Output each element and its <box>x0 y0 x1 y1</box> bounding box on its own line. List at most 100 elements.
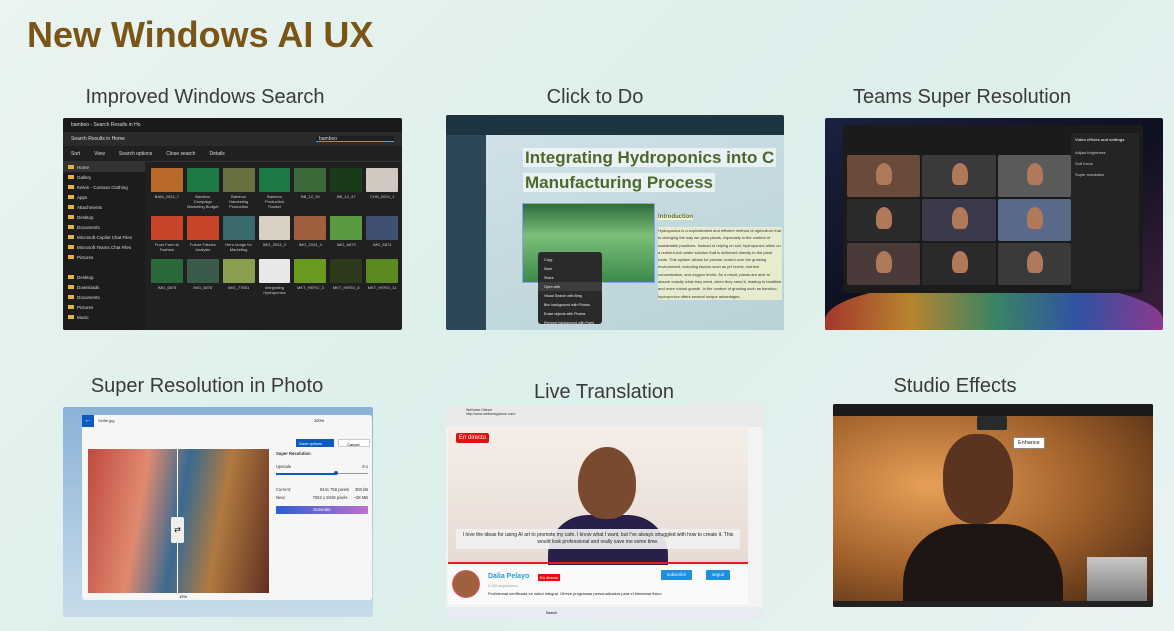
document-heading: Integrating Hydroponics into C Manufactur… <box>523 148 777 192</box>
channel-bio: Profesional certificada en salud integra… <box>488 591 662 596</box>
sidebar-item[interactable]: Kelvin - Contoso Clothing <box>63 182 145 192</box>
file-item[interactable]: Bamboo Campaign Marketing Budget <box>186 168 219 209</box>
sidebar-item[interactable]: Apps <box>63 192 145 202</box>
live-translation-screenshot: Wellness Glance http://www.wellnessglance… <box>446 405 763 620</box>
subscribe-button[interactable]: subscribir <box>661 570 693 580</box>
explorer-tab[interactable]: bamboo - Search Results in Ho <box>63 118 402 132</box>
command-button[interactable]: Sort <box>71 151 80 157</box>
command-button[interactable]: Search options <box>119 151 152 157</box>
context-menu-item[interactable]: Share <box>538 273 602 282</box>
file-item[interactable]: MKT_HERO_3 <box>294 259 327 295</box>
sidebar-item[interactable]: Microsoft Copilot Chat Files <box>63 232 145 242</box>
file-name: From Farm to Fashion <box>154 242 180 252</box>
file-name: Bamboo Harvesting Production <box>229 194 249 209</box>
context-menu-item[interactable]: Save <box>538 264 602 273</box>
folder-icon <box>68 295 74 299</box>
video-tile <box>997 199 1071 241</box>
folder-icon <box>68 305 74 309</box>
live-caption: I love the ideas for using AI art to pro… <box>456 529 740 549</box>
file-name: Hero Image for Marketing <box>225 242 252 252</box>
document-body: Hydroponics is a sophisticated and effic… <box>658 227 782 300</box>
sidebar-item[interactable]: Gallery <box>63 172 145 182</box>
setting-soft-focus[interactable]: Soft focus <box>1075 161 1135 166</box>
video-grid <box>847 155 1071 285</box>
context-menu-item[interactable]: Blur background with Photos <box>538 300 602 309</box>
video-tile <box>922 199 996 241</box>
follow-button[interactable]: seguir <box>706 570 731 580</box>
file-item[interactable]: IMG_2024_4 <box>294 216 327 252</box>
context-menu-item[interactable]: Visual Search with Bing <box>538 291 602 300</box>
video-tile <box>922 155 996 197</box>
file-grid: BAM_2024_7 Bamboo Campaign Marketing Budg… <box>151 168 398 295</box>
taskbar-search[interactable]: Search <box>546 611 557 615</box>
file-item[interactable]: CHN_2024_1 <box>366 168 398 209</box>
sidebar-item[interactable]: Music <box>63 312 145 322</box>
command-button[interactable]: Details <box>209 151 224 157</box>
context-menu-item[interactable]: Erase objects with Photos <box>538 309 602 318</box>
file-thumbnail <box>151 216 183 240</box>
file-item[interactable]: IMG_6875 <box>151 259 183 295</box>
file-item[interactable]: Bamboo Harvesting Production <box>222 168 255 209</box>
sidebar-item[interactable]: Documents <box>63 292 145 302</box>
sidebar-item[interactable]: Pictures <box>63 302 145 312</box>
file-item[interactable]: BB_12_30 <box>294 168 327 209</box>
file-item[interactable]: MKT_HERO_11 <box>366 259 398 295</box>
file-item[interactable]: IMG_6874 <box>366 216 398 252</box>
sidebar-item[interactable]: Desktop <box>63 272 145 282</box>
view-zoom[interactable]: 15% <box>179 594 187 599</box>
back-button[interactable]: ← <box>82 415 94 427</box>
click-to-do-screenshot: Integrating Hydroponics into C Manufactur… <box>446 115 784 330</box>
file-item[interactable]: Bamboo Production Tracker <box>258 168 291 209</box>
file-item[interactable]: BAM_2024_7 <box>151 168 183 209</box>
zoom-level: 100% <box>314 418 325 423</box>
breadcrumb[interactable]: Search Results in Home <box>71 136 125 142</box>
search-input[interactable]: bamboo <box>316 136 394 142</box>
file-item[interactable]: Integrating Hydroponics <box>258 259 291 295</box>
folder-icon <box>68 205 74 209</box>
video-player[interactable]: En directo I love the ideas for using AI… <box>448 427 748 565</box>
sidebar-item-label: Apps <box>77 194 88 200</box>
file-name: BB_12_30 <box>301 194 320 199</box>
file-name: IMG_6875 <box>157 285 177 290</box>
generate-button[interactable]: Generate <box>276 506 368 514</box>
video-progress[interactable] <box>448 562 748 564</box>
setting-brightness[interactable]: Adjust brightness <box>1075 150 1135 155</box>
file-name: MKT_HERO_3 <box>297 285 324 290</box>
address-bar[interactable]: http://www.wellnessglance.com/ <box>466 412 515 416</box>
context-menu-item[interactable]: Remove background with Paint <box>538 318 602 327</box>
sidebar-item[interactable]: Pictures <box>63 252 145 262</box>
file-item[interactable]: Hero Image for Marketing <box>222 216 255 252</box>
setting-super-resolution[interactable]: Super resolution <box>1075 172 1135 177</box>
file-item[interactable]: Future Fabrics Analysis <box>186 216 219 252</box>
file-item[interactable]: IMG_6876 <box>186 259 219 295</box>
context-menu-item[interactable]: Open with <box>538 282 602 291</box>
file-item[interactable]: IMG_2024_2 <box>258 216 291 252</box>
sidebar-item[interactable]: Home <box>63 162 145 172</box>
command-button[interactable]: Close search <box>166 151 195 157</box>
context-menu: Copy Save Share Open with Visual Search with… <box>538 252 602 327</box>
command-button[interactable]: View <box>94 151 105 157</box>
avatar[interactable] <box>452 570 480 598</box>
file-item[interactable]: IMG_6873 <box>330 216 363 252</box>
studio-effects-controls[interactable] <box>977 416 1007 430</box>
file-thumbnail <box>151 259 183 283</box>
file-item[interactable]: BB_12_47 <box>330 168 363 209</box>
sidebar-item[interactable]: Microsoft Teams Chat Files <box>63 242 145 252</box>
save-options-button[interactable]: Save options <box>296 439 334 447</box>
context-menu-item[interactable]: Copy <box>538 255 602 264</box>
sidebar-item[interactable]: Documents <box>63 222 145 232</box>
folder-icon <box>68 215 74 219</box>
sidebar-item[interactable]: Attachments <box>63 202 145 212</box>
channel-name[interactable]: Dalia Pelayo <box>488 573 529 580</box>
file-item[interactable]: From Farm to Fashion <box>151 216 183 252</box>
compare-handle[interactable]: ⇄ <box>171 517 184 543</box>
file-item[interactable]: IMG_7T661 <box>222 259 255 295</box>
cancel-button[interactable]: Cancel <box>338 439 370 447</box>
sidebar-item[interactable]: Desktop <box>63 212 145 222</box>
file-item[interactable]: MKT_HERO_8 <box>330 259 363 295</box>
upscale-slider[interactable] <box>276 469 368 477</box>
super-resolution-panel: Super Resolution Upscale 8 x Current: 944x… <box>276 451 368 514</box>
file-thumbnail <box>186 216 219 240</box>
caption-windows-search: Improved Windows Search <box>85 86 325 108</box>
sidebar-item[interactable]: Downloads <box>63 282 145 292</box>
